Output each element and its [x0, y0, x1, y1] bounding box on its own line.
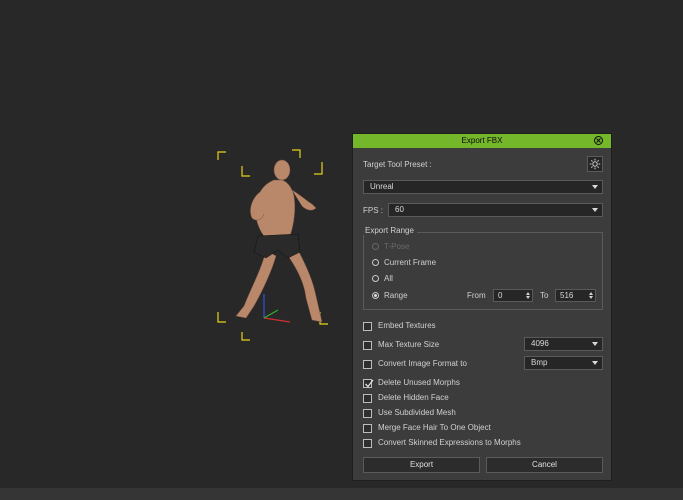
max-texture-size-value: 4096: [531, 339, 549, 348]
merge-face-hair-label: Merge Face Hair To One Object: [378, 423, 491, 432]
embed-textures-checkbox[interactable]: [363, 322, 372, 331]
radio-selected-dot: [374, 294, 377, 297]
radio-all[interactable]: [372, 275, 379, 282]
use-subdivided-mesh-checkbox[interactable]: [363, 409, 372, 418]
fps-input[interactable]: 60: [388, 203, 603, 217]
export-range-title: Export Range: [362, 226, 417, 235]
delete-hidden-face-checkbox[interactable]: [363, 394, 372, 403]
radio-current-frame[interactable]: [372, 259, 379, 266]
spin-up-icon[interactable]: [526, 292, 530, 295]
delete-unused-morphs-label: Delete Unused Morphs: [378, 378, 460, 387]
max-texture-size-dropdown[interactable]: 4096: [524, 337, 603, 351]
radio-all-label: All: [384, 274, 393, 283]
dialog-titlebar[interactable]: Export FBX: [353, 134, 611, 148]
use-subdivided-mesh-label: Use Subdivided Mesh: [378, 408, 456, 417]
convert-image-format-checkbox[interactable]: [363, 360, 372, 369]
chevron-down-icon: [592, 342, 598, 346]
checkmark-icon: [365, 379, 374, 388]
to-value: 516: [560, 291, 574, 300]
radio-range[interactable]: [372, 292, 379, 299]
cancel-button[interactable]: Cancel: [486, 457, 603, 473]
delete-hidden-face-label: Delete Hidden Face: [378, 393, 449, 402]
chevron-down-icon: [592, 208, 598, 212]
character-model[interactable]: [212, 146, 336, 344]
preset-dropdown[interactable]: Unreal: [363, 180, 603, 194]
export-button[interactable]: Export: [363, 457, 480, 473]
from-value: 0: [498, 291, 503, 300]
spin-down-icon[interactable]: [526, 296, 530, 299]
image-format-value: Bmp: [531, 358, 548, 367]
export-fbx-dialog: Export FBX Target Tool Preset : Unreal F…: [352, 133, 612, 481]
merge-face-hair-checkbox[interactable]: [363, 424, 372, 433]
chevron-down-icon: [592, 185, 598, 189]
convert-skinned-expressions-label: Convert Skinned Expressions to Morphs: [378, 438, 521, 447]
max-texture-size-label: Max Texture Size: [378, 340, 440, 349]
convert-skinned-expressions-checkbox[interactable]: [363, 439, 372, 448]
status-strip: [0, 488, 683, 500]
fps-value: 60: [395, 205, 404, 214]
embed-textures-label: Embed Textures: [378, 321, 436, 330]
radio-tpose-label: T-Pose: [384, 242, 410, 251]
convert-image-format-label: Convert Image Format to: [378, 359, 467, 368]
chevron-down-icon: [592, 361, 598, 365]
preset-value: Unreal: [370, 182, 394, 191]
close-icon[interactable]: [594, 136, 603, 145]
max-texture-size-checkbox[interactable]: [363, 341, 372, 350]
gear-icon: [589, 158, 601, 170]
to-spinbox[interactable]: 516: [555, 289, 596, 302]
radio-range-label: Range: [384, 291, 408, 300]
dialog-title: Export FBX: [461, 136, 503, 145]
target-preset-label: Target Tool Preset :: [363, 160, 432, 169]
radio-tpose[interactable]: [372, 243, 379, 250]
fps-label: FPS :: [363, 206, 384, 215]
radio-current-frame-label: Current Frame: [384, 258, 437, 267]
spin-down-icon[interactable]: [589, 296, 593, 299]
from-spinbox[interactable]: 0: [493, 289, 533, 302]
spin-up-icon[interactable]: [589, 292, 593, 295]
from-label: From: [467, 291, 486, 300]
to-label: To: [540, 291, 549, 300]
preset-settings-button[interactable]: [587, 156, 603, 172]
delete-unused-morphs-checkbox[interactable]: [363, 379, 374, 388]
image-format-dropdown[interactable]: Bmp: [524, 356, 603, 370]
